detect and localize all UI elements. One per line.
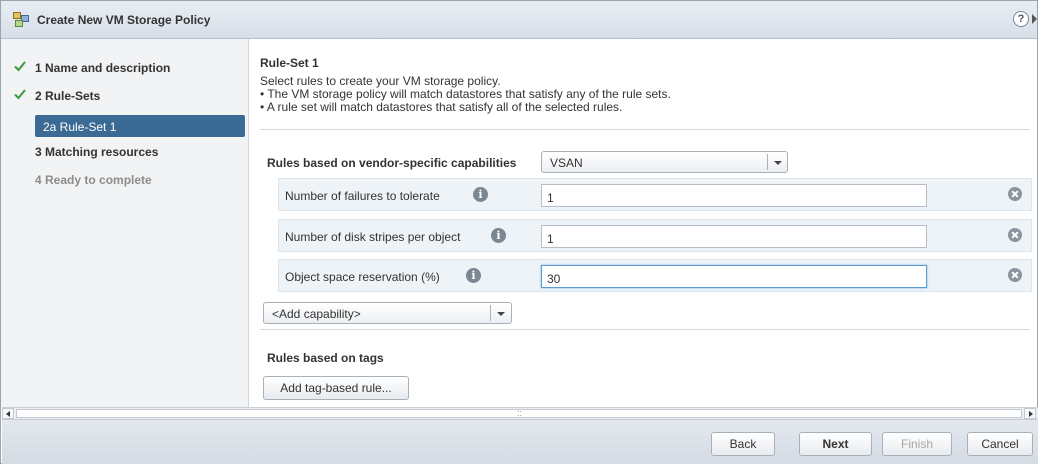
- remove-rule-icon[interactable]: [1008, 268, 1022, 282]
- rule-set-bullet-all: • A rule set will match datastores that …: [260, 100, 623, 114]
- divider: [260, 129, 1030, 130]
- step-label: 2a Rule-Set 1: [43, 120, 117, 134]
- checkmark-icon: [14, 60, 26, 72]
- rule-row-disk-stripes: Number of disk stripes per object i: [278, 219, 1032, 252]
- space-reservation-input[interactable]: [541, 265, 927, 288]
- step-rule-set-1[interactable]: 2a Rule-Set 1: [35, 115, 245, 137]
- chevron-down-icon: [497, 312, 505, 316]
- expand-arrow-icon[interactable]: [1032, 14, 1037, 24]
- rule-row-space-reservation: Object space reservation (%) i: [278, 259, 1032, 292]
- step-ready-to-complete: 4 Ready to complete: [1, 169, 249, 191]
- info-icon[interactable]: i: [491, 228, 506, 243]
- info-icon[interactable]: i: [473, 187, 488, 202]
- add-tag-rule-button[interactable]: Add tag-based rule...: [263, 376, 409, 400]
- horizontal-scrollbar[interactable]: ::: [2, 407, 1038, 419]
- step-matching-resources[interactable]: 3 Matching resources: [1, 141, 249, 163]
- disk-stripes-input[interactable]: [541, 225, 927, 248]
- scroll-right-icon[interactable]: [1024, 408, 1036, 419]
- finish-button: Finish: [882, 432, 952, 456]
- vendor-capabilities-label: Rules based on vendor-specific capabilit…: [267, 156, 517, 170]
- rule-label: Object space reservation (%): [285, 270, 440, 284]
- rule-set-bullet-any: • The VM storage policy will match datas…: [260, 87, 671, 101]
- chevron-down-icon: [774, 161, 782, 165]
- scroll-left-icon[interactable]: [2, 408, 14, 419]
- wizard-steps-nav: 1 Name and description 2 Rule-Sets 2a Ru…: [1, 39, 249, 407]
- rule-label: Number of disk stripes per object: [285, 230, 461, 244]
- divider: [260, 329, 1030, 330]
- scroll-thumb[interactable]: ::: [16, 408, 1022, 418]
- remove-rule-icon[interactable]: [1008, 228, 1022, 242]
- vendor-select[interactable]: VSAN: [541, 151, 788, 173]
- step-label: 3 Matching resources: [35, 145, 159, 159]
- add-capability-value: <Add capability>: [272, 307, 361, 321]
- checkmark-icon: [14, 88, 26, 100]
- remove-rule-icon[interactable]: [1008, 187, 1022, 201]
- rule-label: Number of failures to tolerate: [285, 189, 440, 203]
- info-icon[interactable]: i: [466, 268, 481, 283]
- title-bar: Create New VM Storage Policy ?: [1, 1, 1037, 39]
- wizard-footer: Back Next Finish Cancel: [2, 419, 1038, 464]
- step-label: 4 Ready to complete: [35, 173, 152, 187]
- step-label: 2 Rule-Sets: [35, 89, 101, 103]
- back-button[interactable]: Back: [711, 432, 775, 456]
- step-name-and-description[interactable]: 1 Name and description: [1, 57, 249, 79]
- failures-to-tolerate-input[interactable]: [541, 184, 927, 207]
- rule-set-description: Select rules to create your VM storage p…: [260, 74, 501, 88]
- step-label: 1 Name and description: [35, 61, 171, 75]
- rule-set-title: Rule-Set 1: [260, 56, 319, 70]
- dialog-title: Create New VM Storage Policy: [37, 13, 211, 27]
- rule-set-panel: Rule-Set 1 Select rules to create your V…: [250, 39, 1037, 407]
- tag-rules-label: Rules based on tags: [267, 351, 384, 365]
- storage-policy-icon: [13, 12, 29, 27]
- add-capability-select[interactable]: <Add capability>: [263, 302, 512, 324]
- wizard-dialog: Create New VM Storage Policy ? 1 Name an…: [0, 0, 1038, 464]
- step-rule-sets[interactable]: 2 Rule-Sets: [1, 85, 249, 107]
- next-button[interactable]: Next: [799, 432, 872, 456]
- rule-row-failures-to-tolerate: Number of failures to tolerate i: [278, 178, 1032, 211]
- cancel-button[interactable]: Cancel: [967, 432, 1033, 456]
- vendor-select-value: VSAN: [550, 156, 583, 170]
- help-icon[interactable]: ?: [1013, 11, 1029, 27]
